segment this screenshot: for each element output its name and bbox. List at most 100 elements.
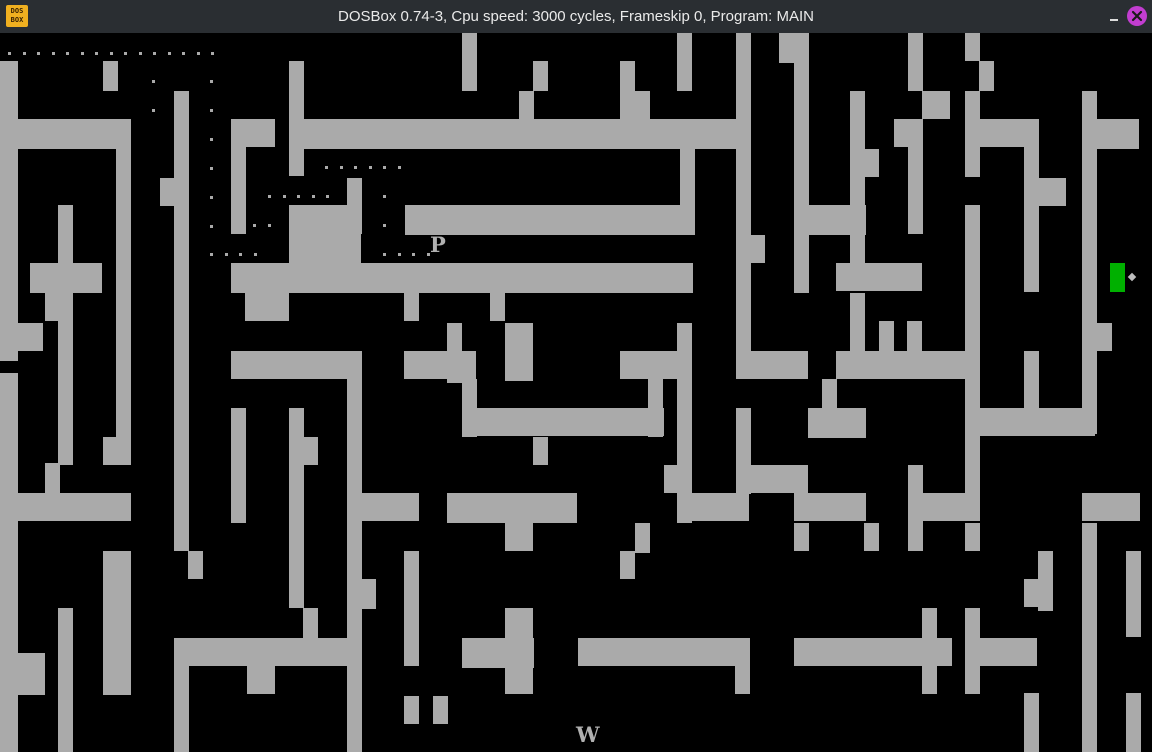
- maze-wall: [505, 523, 533, 551]
- maze-wall: [347, 521, 362, 752]
- maze-wall: [677, 33, 692, 91]
- maze-view[interactable]: P W: [0, 33, 1152, 752]
- maze-wall: [505, 608, 533, 694]
- maze-wall: [1024, 234, 1039, 292]
- trail-dot: [210, 109, 213, 112]
- trail-dot: [81, 52, 84, 55]
- maze-wall: [965, 523, 980, 551]
- maze-wall: [1082, 493, 1140, 521]
- maze-wall: [1024, 579, 1039, 607]
- maze-wall: [1024, 693, 1039, 752]
- maze-wall: [58, 608, 73, 752]
- trail-dot: [369, 166, 372, 169]
- maze-wall: [174, 91, 189, 551]
- marker-w: W: [576, 722, 600, 747]
- maze-wall: [174, 638, 189, 752]
- maze-wall: [736, 351, 808, 379]
- maze-wall: [490, 293, 505, 321]
- trail-dot: [225, 253, 228, 256]
- maze-wall: [635, 91, 650, 121]
- trail-dot: [210, 225, 213, 228]
- maze-wall: [677, 493, 749, 521]
- maze-wall: [15, 323, 43, 351]
- maze-wall: [850, 91, 865, 263]
- maze-wall: [45, 463, 60, 493]
- maze-wall: [1097, 119, 1139, 149]
- close-button[interactable]: [1127, 6, 1147, 26]
- maze-wall: [462, 379, 477, 437]
- maze-wall: [303, 608, 318, 666]
- maze-wall: [404, 351, 476, 379]
- trail-dot: [412, 253, 415, 256]
- minimize-button[interactable]: [1105, 7, 1123, 25]
- trail-dot: [95, 52, 98, 55]
- maze-wall: [447, 323, 462, 383]
- trail-dot: [152, 80, 155, 83]
- trail-dot: [354, 166, 357, 169]
- maze-wall: [664, 465, 692, 493]
- maze-wall: [1082, 91, 1097, 434]
- trail-dot: [210, 138, 213, 141]
- trail-dot: [210, 196, 213, 199]
- maze-wall: [116, 579, 131, 639]
- maze-wall: [1126, 551, 1141, 637]
- maze-wall: [808, 408, 866, 438]
- trail-dot: [210, 253, 213, 256]
- maze-wall: [735, 666, 750, 694]
- trail-dot: [297, 195, 300, 198]
- maze-wall: [231, 351, 361, 379]
- maze-wall: [822, 379, 837, 409]
- maze-wall: [908, 33, 923, 91]
- trail-dot: [398, 166, 401, 169]
- trail-dot: [52, 52, 55, 55]
- trail-dot: [124, 52, 127, 55]
- trail-dot: [197, 52, 200, 55]
- maze-wall: [680, 149, 695, 235]
- maze-wall: [433, 696, 448, 724]
- maze-wall: [908, 465, 923, 551]
- maze-wall: [103, 61, 118, 91]
- maze-wall: [404, 551, 419, 666]
- trail-dot: [383, 253, 386, 256]
- trail-dot: [37, 52, 40, 55]
- pointer-diamond: [1127, 272, 1137, 282]
- maze-wall: [1038, 551, 1053, 611]
- player-cursor: [1110, 263, 1125, 292]
- maze-wall: [836, 351, 966, 379]
- trail-dot: [210, 80, 213, 83]
- maze-wall: [750, 235, 765, 263]
- maze-wall: [620, 551, 635, 579]
- window-titlebar[interactable]: DOS BOX DOSBox 0.74-3, Cpu speed: 3000 c…: [0, 0, 1152, 33]
- maze-wall: [648, 379, 663, 437]
- maze-wall: [361, 579, 376, 609]
- maze-wall: [836, 263, 922, 291]
- maze-wall: [937, 638, 952, 666]
- maze-wall: [116, 119, 131, 439]
- maze-wall: [794, 638, 924, 666]
- maze-wall: [160, 178, 188, 206]
- maze-wall: [908, 119, 923, 234]
- maze-wall: [1038, 178, 1066, 206]
- maze-wall: [620, 61, 635, 119]
- maze-wall: [519, 91, 534, 121]
- trail-dot: [383, 224, 386, 227]
- trail-dot: [239, 253, 242, 256]
- maze-wall: [922, 91, 950, 119]
- maze-wall: [533, 61, 548, 91]
- maze-wall: [736, 33, 751, 378]
- trail-dot: [283, 195, 286, 198]
- trail-dot: [152, 109, 155, 112]
- maze-wall: [794, 523, 809, 551]
- maze-wall: [289, 408, 304, 608]
- maze-wall: [231, 408, 246, 523]
- maze-wall: [864, 523, 879, 551]
- trail-dot: [254, 253, 257, 256]
- trail-dot: [253, 224, 256, 227]
- trail-dot: [211, 52, 214, 55]
- maze-wall: [1126, 693, 1141, 752]
- maze-wall: [922, 608, 937, 694]
- maze-wall: [965, 205, 980, 493]
- trail-dot: [268, 195, 271, 198]
- trail-dot: [23, 52, 26, 55]
- trail-dot: [168, 52, 171, 55]
